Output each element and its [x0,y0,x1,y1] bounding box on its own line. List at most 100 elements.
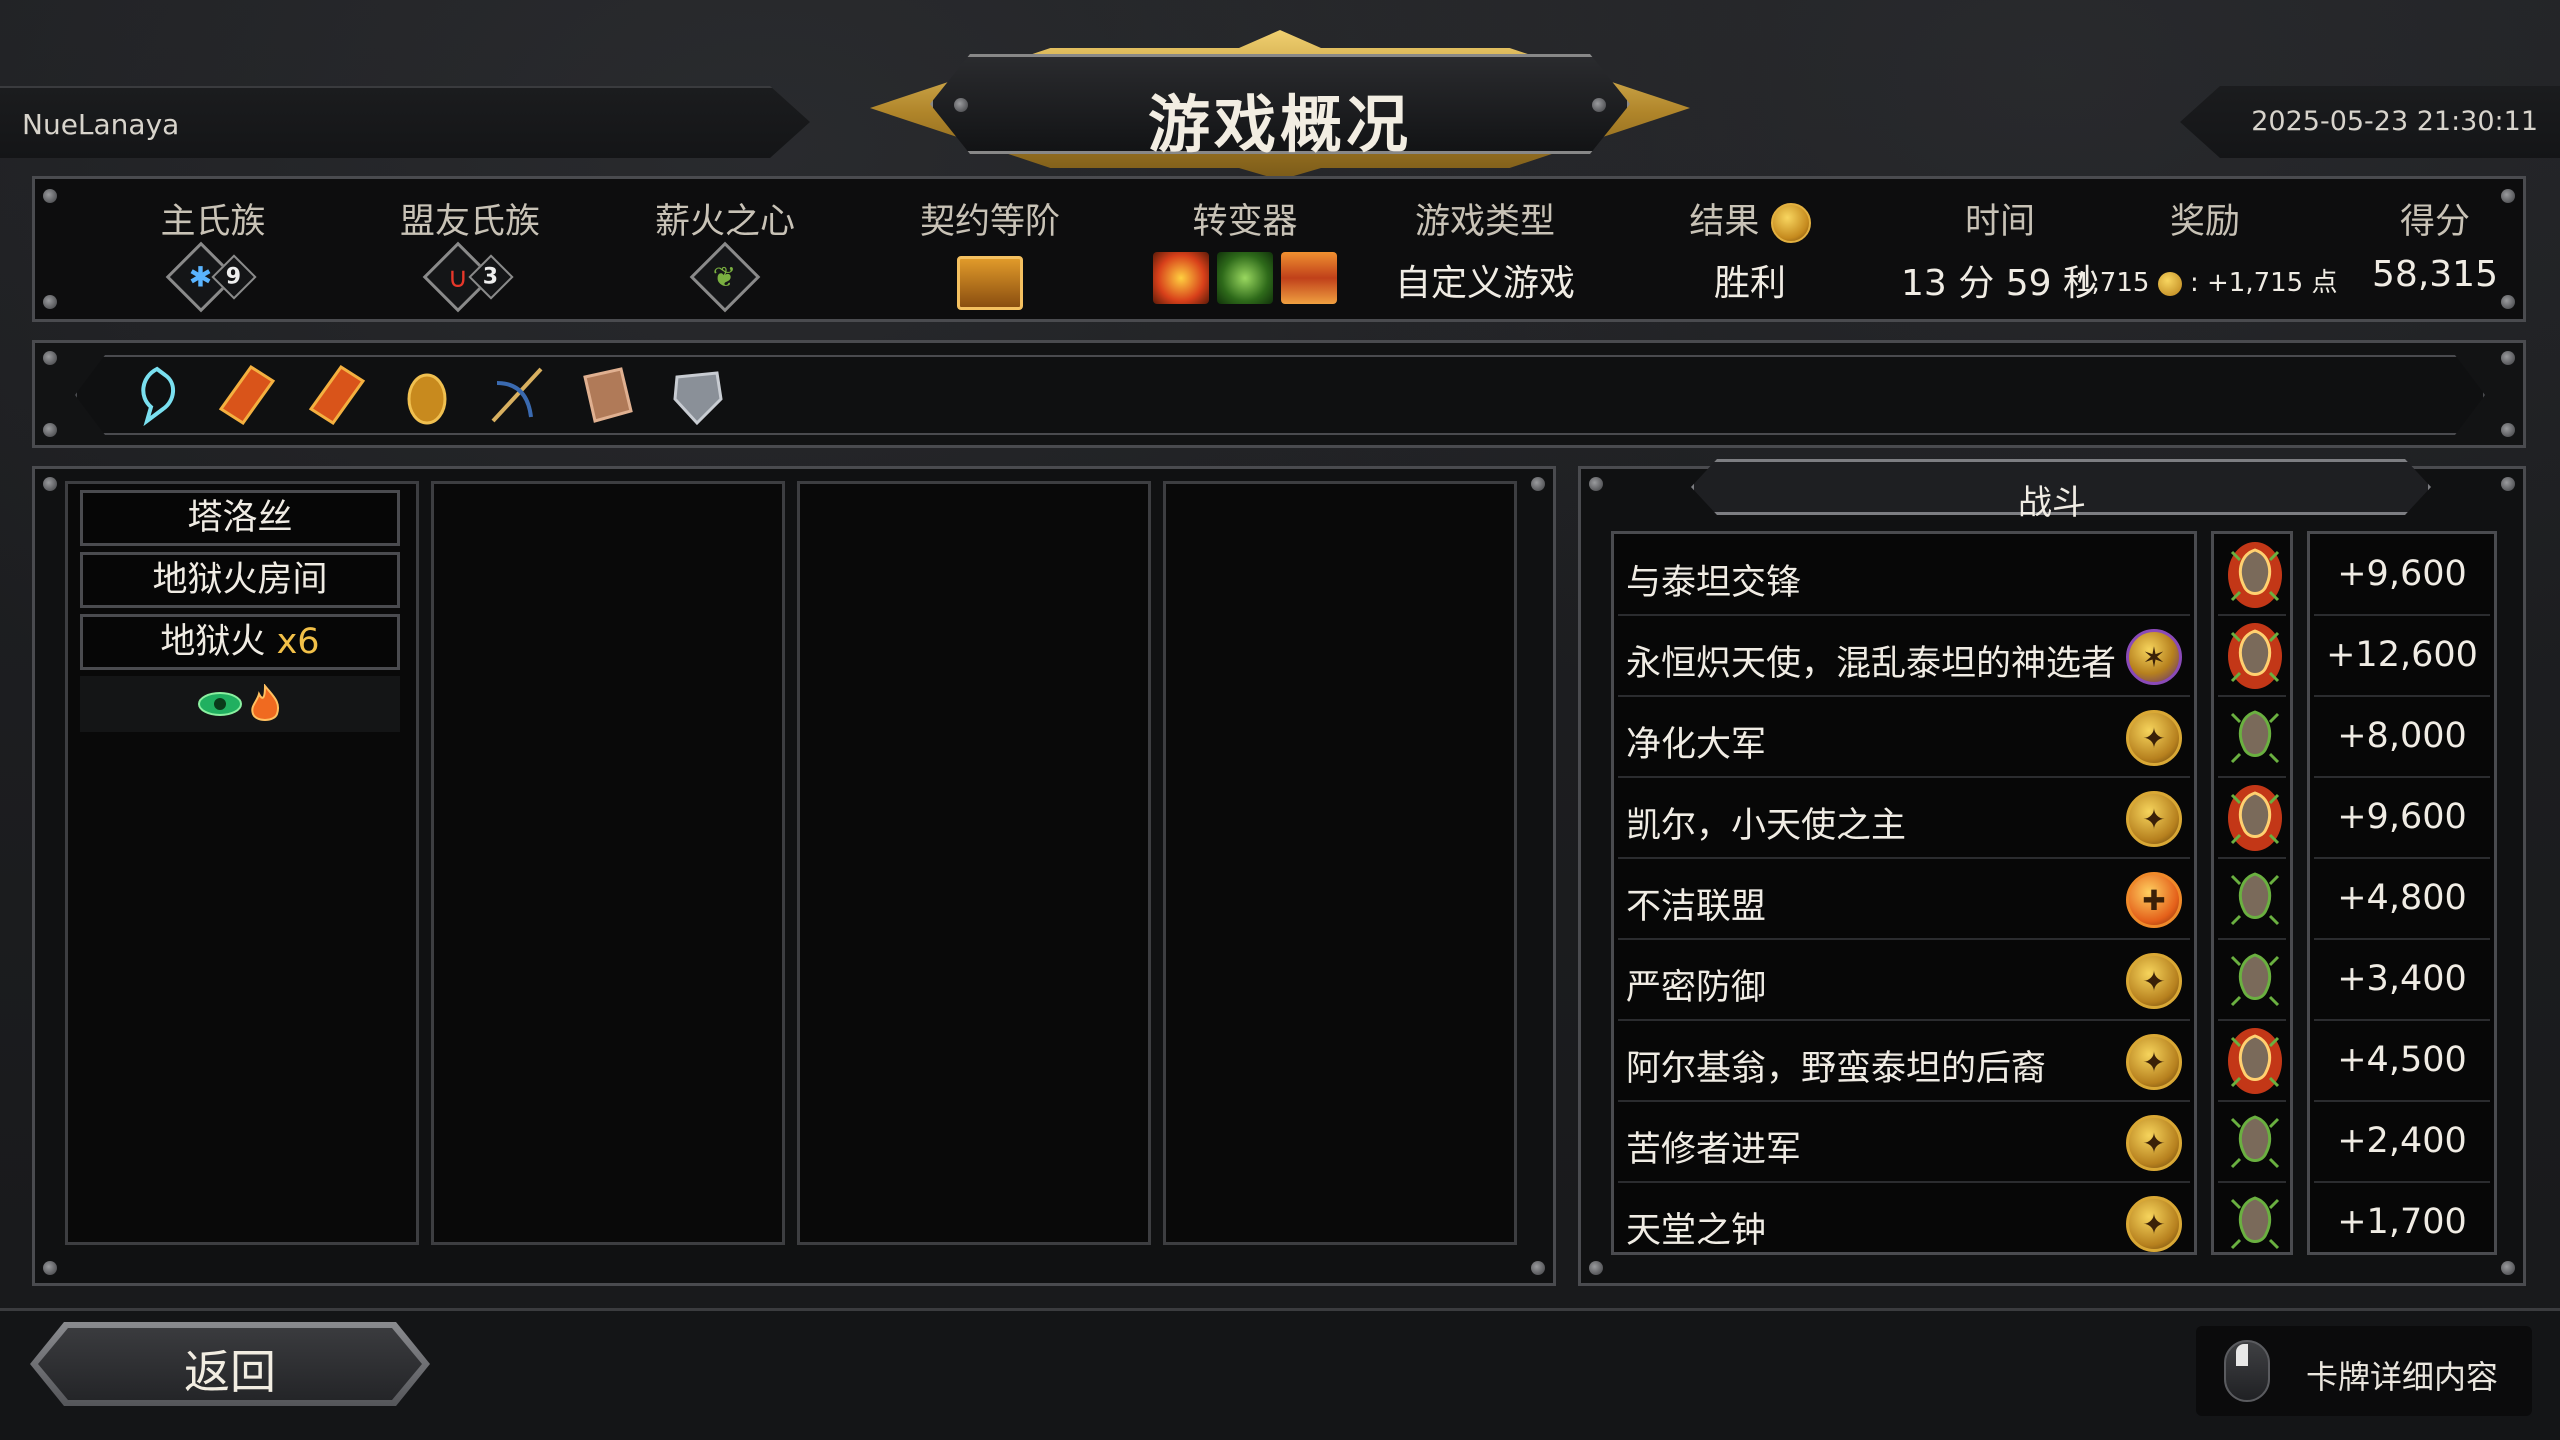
row-divider [2218,776,2286,778]
deck-column [797,481,1151,1245]
row-divider [2218,614,2286,616]
deck-column: 塔洛丝 地狱火房间 地狱火 x6 [65,481,419,1245]
battle-name: 苦修者进军 [1626,1130,1802,1170]
card-upgrade-icons [80,676,400,732]
deck-column [431,481,785,1245]
battle-score: +4,500 [2337,1040,2467,1080]
pyre-heart-damaged-icon [2226,1026,2284,1096]
stat-ally-clan[interactable]: 盟友氏族 ∪ 3 [365,193,575,313]
card-row[interactable]: 塔洛丝 [80,490,400,546]
battle-score: +4,800 [2337,878,2467,918]
pyre-heart-damaged-icon [2226,621,2284,691]
ember-shard-icon[interactable] [307,363,367,427]
card-row[interactable]: 地狱火 x6 [80,614,400,670]
battle-score: +12,600 [2326,635,2478,675]
pyre-heart-damaged-icon [2226,783,2284,853]
pyre-heart-icon [2226,945,2284,1015]
battle-row[interactable]: 苦修者进军 ✦ [1614,1101,2194,1182]
stat-main-clan[interactable]: 主氏族 ✱ 9 [123,193,303,313]
pyre-heart-icon [2226,864,2284,934]
deck-column [1163,481,1517,1245]
battle-score: +9,600 [2337,554,2467,594]
battle-type-coin-icon: ✦ [2126,791,2182,847]
page-title: 游戏概况 [1147,88,1412,161]
row-divider [2218,1019,2286,1021]
battle-name: 阿尔基翁，野蛮泰坦的后裔 [1626,1049,2047,1089]
row-divider [2314,695,2490,697]
battle-pyre-column [2211,531,2293,1255]
ember-shard-icon[interactable] [217,363,277,427]
battle-panel: 战斗 与泰坦交锋 永恒炽天使，混乱泰坦的神选者 ✶ 净化大军 ✦ 凯尔，小天使之主 ✦ 不洁联… [1578,459,2526,1286]
battle-row[interactable]: 与泰坦交锋 [1614,534,2194,615]
stat-mutators[interactable]: 转变器 [1135,193,1355,308]
battle-score: +3,400 [2337,959,2467,999]
row-divider [2218,695,2286,697]
battle-type-coin-icon: ✦ [2126,710,2182,766]
battle-row[interactable]: 不洁联盟 ✚ [1614,858,2194,939]
row-divider [2314,1100,2490,1102]
storm-rune-icon[interactable] [127,363,187,427]
deck-panel: 塔洛丝 地狱火房间 地狱火 x6 [32,466,1556,1286]
battle-name: 与泰坦交锋 [1626,563,1802,603]
gold-coin-icon [2157,271,2182,296]
battle-type-coin-icon: ✚ [2126,872,2182,928]
row-divider [2314,776,2490,778]
battle-row[interactable]: 天堂之钟 ✦ [1614,1182,2194,1263]
row-divider [2314,857,2490,859]
card-details-button[interactable]: 卡牌详细内容 [2196,1326,2532,1416]
battle-score: +1,700 [2337,1202,2467,1242]
row-divider [2314,1019,2490,1021]
battle-names-column: 与泰坦交锋 永恒炽天使，混乱泰坦的神选者 ✶ 净化大军 ✦ 凯尔，小天使之主 ✦ 不洁联盟 ✚ 严… [1611,531,2197,1255]
battle-name: 严密防御 [1626,968,1767,1008]
battle-row[interactable]: 凯尔，小天使之主 ✦ [1614,777,2194,858]
card-row[interactable]: 地狱火房间 [80,552,400,608]
mutator-lava-icon [1281,252,1337,304]
battle-type-coin-icon: ✦ [2126,953,2182,1009]
back-button[interactable]: 返回 [30,1322,430,1406]
row-divider [2314,1181,2490,1183]
relic-panel [32,340,2526,448]
row-divider [2218,1181,2286,1183]
victory-coin-icon [1770,203,1811,243]
row-divider [2218,857,2286,859]
battle-type-coin-icon: ✶ [2126,629,2182,685]
battle-type-coin-icon: ✦ [2126,1196,2182,1252]
pyre-heart-icon [2226,1188,2284,1258]
battle-score: +2,400 [2337,1121,2467,1161]
battle-type-coin-icon: ✦ [2126,1034,2182,1090]
battle-title: 战斗 [2018,483,2086,523]
row-divider [2218,938,2286,940]
battle-name: 天堂之钟 [1626,1211,1767,1251]
stat-game-type: 游戏类型 自定义游戏 [1394,202,1575,304]
stat-reward: 奖励 1,715 : +1,715 点 [2075,202,2338,298]
pyre-heart-icon [2226,1107,2284,1177]
battle-name: 净化大军 [1626,725,1767,765]
battle-row[interactable]: 严密防御 ✦ [1614,939,2194,1020]
pyre-heart-icon: ❦ [689,241,761,313]
covenant-book-icon [957,256,1023,310]
stat-score: 得分 58,315 [2372,202,2498,295]
battle-score: +9,600 [2337,797,2467,837]
datetime-bar: 2025-05-23 21:30:11 [2180,86,2560,158]
mutator-fire-icon [1153,252,1209,304]
mouse-icon [2224,1340,2270,1402]
row-divider [2314,938,2490,940]
eye-icon [198,692,242,716]
stone-shard-icon[interactable] [667,363,727,427]
stat-covenant[interactable]: 契约等阶 [885,193,1095,314]
battle-type-coin-icon: ✦ [2126,1115,2182,1171]
pyre-heart-damaged-icon [2226,540,2284,610]
battle-row[interactable]: 净化大军 ✦ [1614,696,2194,777]
bow-icon[interactable] [487,363,547,427]
battle-row[interactable]: 阿尔基翁，野蛮泰坦的后裔 ✦ [1614,1020,2194,1101]
battle-name: 永恒炽天使，混乱泰坦的神选者 [1626,644,2117,684]
battle-row[interactable]: 永恒炽天使，混乱泰坦的神选者 ✶ [1614,615,2194,696]
spellbook-icon[interactable] [577,363,637,427]
row-divider [2218,1100,2286,1102]
stats-panel: 主氏族 ✱ 9 盟友氏族 ∪ 3 薪火之心 ❦ 契约等阶 转变器 游戏类型 自定… [32,176,2526,322]
title-banner: 游戏概况 [870,30,1690,180]
stat-pyre-heart[interactable]: 薪火之心 ❦ [620,193,830,313]
battle-score: +8,000 [2337,716,2467,756]
golden-idol-icon[interactable] [397,363,457,427]
fire-icon [251,684,279,721]
